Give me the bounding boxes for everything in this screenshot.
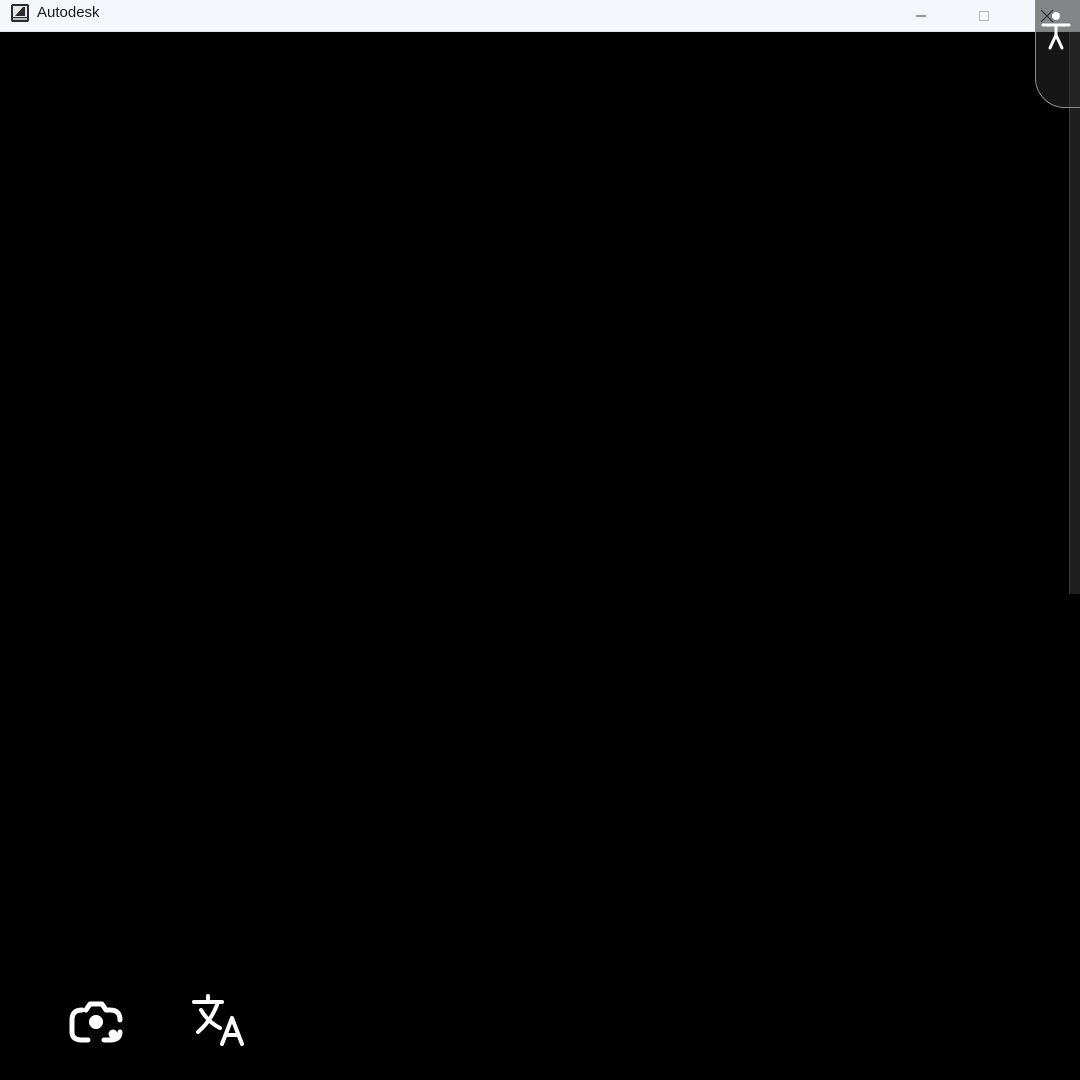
google-lens-icon[interactable] xyxy=(68,992,124,1048)
window-title: Autodesk xyxy=(37,4,100,21)
maximize-button[interactable] xyxy=(961,0,1007,32)
minimize-button[interactable] xyxy=(898,0,944,32)
accessibility-person-icon[interactable] xyxy=(1040,8,1074,50)
main-content-area xyxy=(0,32,1080,1080)
title-bar[interactable]: Autodesk xyxy=(0,0,1080,32)
vertical-scrollbar[interactable] xyxy=(1069,32,1080,594)
autodesk-logo-icon xyxy=(11,4,29,22)
translate-icon[interactable] xyxy=(192,992,248,1048)
minimize-icon xyxy=(916,15,926,17)
app-window: Autodesk xyxy=(0,0,1080,1080)
maximize-icon xyxy=(979,11,989,21)
